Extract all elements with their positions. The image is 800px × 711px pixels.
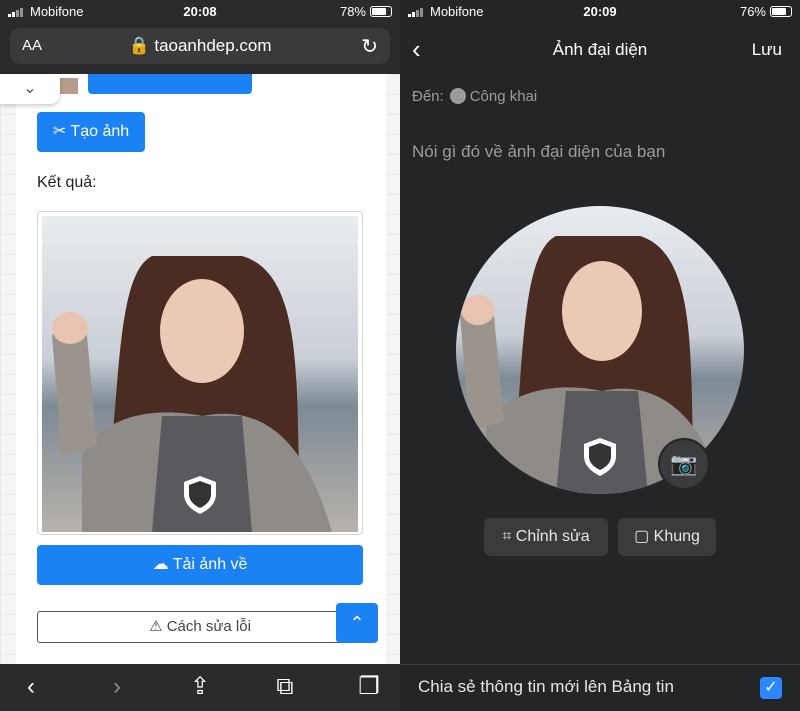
reload-icon[interactable]: ↻ bbox=[361, 34, 378, 59]
share-icon[interactable]: ⇪ bbox=[185, 672, 215, 702]
chevron-up-icon: ⌃ bbox=[349, 613, 365, 633]
result-photo bbox=[42, 216, 358, 532]
scroll-to-top-button[interactable]: ⌃ bbox=[336, 603, 378, 643]
crop-icon: ⌗ bbox=[502, 528, 512, 545]
result-image-frame bbox=[37, 211, 363, 535]
portrait-image bbox=[42, 216, 358, 532]
frame-label: Khung bbox=[653, 528, 700, 545]
chevron-down-icon[interactable]: ⌄ bbox=[0, 74, 60, 104]
create-image-button[interactable]: ✂ Tạo ảnh bbox=[37, 112, 145, 152]
thumbnail bbox=[60, 78, 78, 94]
frame-icon: ▢ bbox=[634, 528, 650, 545]
edit-button[interactable]: ⌗ Chỉnh sửa bbox=[484, 518, 608, 556]
download-label: Tải ảnh về bbox=[172, 556, 248, 573]
caption-input[interactable]: Nói gì đó về ảnh đại diện của bạn bbox=[412, 142, 665, 162]
battery-percent: 76% bbox=[739, 4, 766, 19]
scissors-icon: ✂ bbox=[52, 123, 67, 140]
bookmarks-icon[interactable]: ⧉ bbox=[270, 672, 300, 702]
audience-prefix: Đến: bbox=[412, 88, 444, 105]
audience-selector[interactable]: Đến: Công khai bbox=[412, 88, 537, 105]
lock-icon: 🔒 bbox=[128, 36, 150, 55]
share-to-feed-label: Chia sẻ thông tin mới lên Bảng tin bbox=[418, 677, 674, 696]
save-button[interactable]: Lưu bbox=[752, 40, 782, 60]
share-to-feed-row[interactable]: Chia sẻ thông tin mới lên Bảng tin ✓ bbox=[400, 664, 800, 711]
tabs-icon[interactable]: ❐ bbox=[354, 672, 384, 702]
fix-errors-button[interactable]: ⚠ Cách sửa lỗi bbox=[37, 611, 363, 643]
back-icon[interactable]: ‹ bbox=[16, 672, 46, 702]
battery-percent: 78% bbox=[339, 4, 366, 19]
cloud-download-icon: ☁ bbox=[152, 556, 169, 573]
page-title: Ảnh đại diện bbox=[552, 40, 648, 59]
warning-icon: ⚠ bbox=[149, 618, 163, 635]
nav-bar: ‹ Ảnh đại diện Lưu bbox=[400, 26, 800, 72]
camera-icon[interactable]: 📷 bbox=[658, 438, 710, 490]
facebook-screen: Mobifone 20:09 76% ‹ Ảnh đại diện Lưu Đế… bbox=[400, 0, 800, 711]
globe-icon bbox=[449, 88, 466, 104]
upload-button[interactable] bbox=[88, 74, 252, 94]
forward-icon[interactable]: › bbox=[102, 672, 132, 702]
checkbox-checked-icon[interactable]: ✓ bbox=[760, 677, 782, 699]
url-text: taoanhdep.com bbox=[154, 36, 272, 55]
status-bar: Mobifone 20:08 78% bbox=[0, 0, 400, 24]
status-bar: Mobifone 20:09 76% bbox=[400, 0, 800, 24]
browser-toolbar: ‹ › ⇪ ⧉ ❐ bbox=[0, 664, 400, 711]
browser-screen: Mobifone 20:08 78% AA 🔒 taoanhdep.com ↻ … bbox=[0, 0, 400, 711]
create-image-label: Tạo ảnh bbox=[70, 123, 130, 140]
battery-icon bbox=[370, 6, 392, 17]
frame-button[interactable]: ▢ Khung bbox=[618, 518, 716, 556]
result-label: Kết quả: bbox=[37, 174, 97, 191]
download-image-button[interactable]: ☁ Tải ảnh về bbox=[37, 545, 363, 585]
battery-icon bbox=[770, 6, 792, 17]
fix-errors-label: Cách sửa lỗi bbox=[166, 618, 251, 635]
audience-value: Công khai bbox=[469, 88, 538, 105]
edit-label: Chỉnh sửa bbox=[515, 528, 590, 545]
address-bar[interactable]: AA 🔒 taoanhdep.com ↻ bbox=[10, 28, 390, 64]
browser-top-bar: Mobifone 20:08 78% AA 🔒 taoanhdep.com ↻ bbox=[0, 0, 400, 74]
